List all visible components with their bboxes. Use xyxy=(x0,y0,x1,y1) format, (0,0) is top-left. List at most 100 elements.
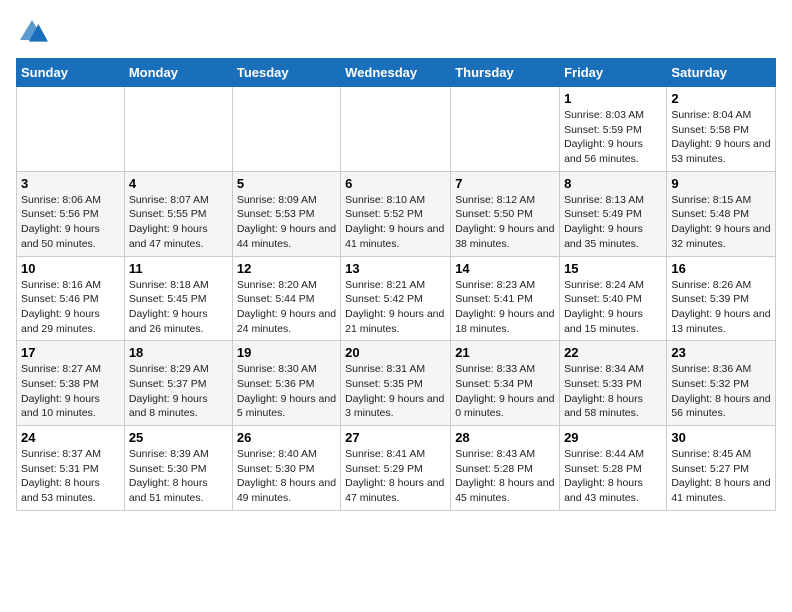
header-saturday: Saturday xyxy=(667,59,776,87)
day-info: Sunrise: 8:04 AMSunset: 5:58 PMDaylight:… xyxy=(671,108,771,167)
calendar-row-3: 17 Sunrise: 8:27 AMSunset: 5:38 PMDayligh… xyxy=(17,341,776,426)
calendar-row-4: 24Sunrise: 8:37 AMSunset: 5:31 PMDayligh… xyxy=(17,426,776,511)
day-number: 29 xyxy=(564,430,662,445)
day-number: 21 xyxy=(455,345,555,360)
calendar-cell: 13 Sunrise: 8:21 AMSunset: 5:42 PMDayligh… xyxy=(341,256,451,341)
day-info: Sunrise: 8:13 AMSunset: 5:49 PMDaylight:… xyxy=(564,193,662,252)
day-number: 30 xyxy=(671,430,771,445)
day-number: 8 xyxy=(564,176,662,191)
calendar-cell: 14 Sunrise: 8:23 AMSunset: 5:41 PMDayligh… xyxy=(451,256,560,341)
calendar-row-1: 3 Sunrise: 8:06 AMSunset: 5:56 PMDaylight… xyxy=(17,171,776,256)
calendar-cell: 9Sunrise: 8:15 AMSunset: 5:48 PMDaylight… xyxy=(667,171,776,256)
day-number: 20 xyxy=(345,345,446,360)
day-info: Sunrise: 8:30 AMSunset: 5:36 PMDaylight:… xyxy=(237,362,336,421)
day-number: 3 xyxy=(21,176,120,191)
calendar-cell: 30Sunrise: 8:45 AMSunset: 5:27 PMDayligh… xyxy=(667,426,776,511)
day-number: 22 xyxy=(564,345,662,360)
calendar-row-0: 1 Sunrise: 8:03 AMSunset: 5:59 PMDaylight… xyxy=(17,87,776,172)
day-info: Sunrise: 8:06 AMSunset: 5:56 PMDaylight:… xyxy=(21,193,120,252)
day-number: 27 xyxy=(345,430,446,445)
calendar-cell: 22 Sunrise: 8:34 AMSunset: 5:33 PMDayligh… xyxy=(560,341,667,426)
day-info: Sunrise: 8:24 AMSunset: 5:40 PMDaylight:… xyxy=(564,278,662,337)
day-number: 14 xyxy=(455,261,555,276)
day-number: 7 xyxy=(455,176,555,191)
day-info: Sunrise: 8:23 AMSunset: 5:41 PMDaylight:… xyxy=(455,278,555,337)
calendar-cell: 1 Sunrise: 8:03 AMSunset: 5:59 PMDaylight… xyxy=(560,87,667,172)
header-wednesday: Wednesday xyxy=(341,59,451,87)
header-monday: Monday xyxy=(124,59,232,87)
day-info: Sunrise: 8:40 AMSunset: 5:30 PMDaylight:… xyxy=(237,447,336,506)
calendar-cell xyxy=(341,87,451,172)
day-info: Sunrise: 8:27 AMSunset: 5:38 PMDaylight:… xyxy=(21,362,120,421)
calendar-cell: 18 Sunrise: 8:29 AMSunset: 5:37 PMDayligh… xyxy=(124,341,232,426)
calendar-cell: 17 Sunrise: 8:27 AMSunset: 5:38 PMDayligh… xyxy=(17,341,125,426)
day-info: Sunrise: 8:34 AMSunset: 5:33 PMDaylight:… xyxy=(564,362,662,421)
calendar-cell: 15 Sunrise: 8:24 AMSunset: 5:40 PMDayligh… xyxy=(560,256,667,341)
day-number: 19 xyxy=(237,345,336,360)
calendar-cell xyxy=(451,87,560,172)
calendar-cell: 4Sunrise: 8:07 AMSunset: 5:55 PMDaylight… xyxy=(124,171,232,256)
day-info: Sunrise: 8:03 AMSunset: 5:59 PMDaylight:… xyxy=(564,108,662,167)
calendar-cell: 29 Sunrise: 8:44 AMSunset: 5:28 PMDayligh… xyxy=(560,426,667,511)
day-info: Sunrise: 8:36 AMSunset: 5:32 PMDaylight:… xyxy=(671,362,771,421)
day-info: Sunrise: 8:39 AMSunset: 5:30 PMDaylight:… xyxy=(129,447,228,506)
day-number: 10 xyxy=(21,261,120,276)
day-info: Sunrise: 8:26 AMSunset: 5:39 PMDaylight:… xyxy=(671,278,771,337)
calendar-cell: 20 Sunrise: 8:31 AMSunset: 5:35 PMDayligh… xyxy=(341,341,451,426)
calendar-cell: 2 Sunrise: 8:04 AMSunset: 5:58 PMDaylight… xyxy=(667,87,776,172)
header-friday: Friday xyxy=(560,59,667,87)
header xyxy=(16,16,776,48)
day-number: 12 xyxy=(237,261,336,276)
day-number: 26 xyxy=(237,430,336,445)
day-info: Sunrise: 8:29 AMSunset: 5:37 PMDaylight:… xyxy=(129,362,228,421)
calendar-cell: 7 Sunrise: 8:12 AMSunset: 5:50 PMDaylight… xyxy=(451,171,560,256)
day-number: 15 xyxy=(564,261,662,276)
day-info: Sunrise: 8:10 AMSunset: 5:52 PMDaylight:… xyxy=(345,193,446,252)
day-number: 1 xyxy=(564,91,662,106)
calendar-cell: 28Sunrise: 8:43 AMSunset: 5:28 PMDayligh… xyxy=(451,426,560,511)
day-number: 2 xyxy=(671,91,771,106)
day-info: Sunrise: 8:20 AMSunset: 5:44 PMDaylight:… xyxy=(237,278,336,337)
day-number: 18 xyxy=(129,345,228,360)
day-info: Sunrise: 8:12 AMSunset: 5:50 PMDaylight:… xyxy=(455,193,555,252)
calendar: SundayMondayTuesdayWednesdayThursdayFrid… xyxy=(16,58,776,511)
calendar-cell xyxy=(232,87,340,172)
day-info: Sunrise: 8:41 AMSunset: 5:29 PMDaylight:… xyxy=(345,447,446,506)
day-info: Sunrise: 8:18 AMSunset: 5:45 PMDaylight:… xyxy=(129,278,228,337)
calendar-cell: 10 Sunrise: 8:16 AMSunset: 5:46 PMDayligh… xyxy=(17,256,125,341)
day-info: Sunrise: 8:43 AMSunset: 5:28 PMDaylight:… xyxy=(455,447,555,506)
day-info: Sunrise: 8:37 AMSunset: 5:31 PMDaylight:… xyxy=(21,447,120,506)
calendar-cell: 27 Sunrise: 8:41 AMSunset: 5:29 PMDayligh… xyxy=(341,426,451,511)
calendar-cell: 12 Sunrise: 8:20 AMSunset: 5:44 PMDayligh… xyxy=(232,256,340,341)
day-info: Sunrise: 8:16 AMSunset: 5:46 PMDaylight:… xyxy=(21,278,120,337)
calendar-cell: 26 Sunrise: 8:40 AMSunset: 5:30 PMDayligh… xyxy=(232,426,340,511)
calendar-row-2: 10 Sunrise: 8:16 AMSunset: 5:46 PMDayligh… xyxy=(17,256,776,341)
header-sunday: Sunday xyxy=(17,59,125,87)
logo-icon xyxy=(16,16,48,48)
day-number: 23 xyxy=(671,345,771,360)
day-number: 11 xyxy=(129,261,228,276)
day-number: 17 xyxy=(21,345,120,360)
day-info: Sunrise: 8:09 AMSunset: 5:53 PMDaylight:… xyxy=(237,193,336,252)
day-info: Sunrise: 8:31 AMSunset: 5:35 PMDaylight:… xyxy=(345,362,446,421)
day-info: Sunrise: 8:44 AMSunset: 5:28 PMDaylight:… xyxy=(564,447,662,506)
calendar-cell: 19 Sunrise: 8:30 AMSunset: 5:36 PMDayligh… xyxy=(232,341,340,426)
calendar-cell: 21 Sunrise: 8:33 AMSunset: 5:34 PMDayligh… xyxy=(451,341,560,426)
calendar-cell: 11 Sunrise: 8:18 AMSunset: 5:45 PMDayligh… xyxy=(124,256,232,341)
calendar-header-row: SundayMondayTuesdayWednesdayThursdayFrid… xyxy=(17,59,776,87)
day-info: Sunrise: 8:15 AMSunset: 5:48 PMDaylight:… xyxy=(671,193,771,252)
day-number: 6 xyxy=(345,176,446,191)
calendar-cell: 23 Sunrise: 8:36 AMSunset: 5:32 PMDayligh… xyxy=(667,341,776,426)
day-number: 13 xyxy=(345,261,446,276)
header-thursday: Thursday xyxy=(451,59,560,87)
day-info: Sunrise: 8:33 AMSunset: 5:34 PMDaylight:… xyxy=(455,362,555,421)
calendar-cell: 24Sunrise: 8:37 AMSunset: 5:31 PMDayligh… xyxy=(17,426,125,511)
calendar-cell: 16Sunrise: 8:26 AMSunset: 5:39 PMDayligh… xyxy=(667,256,776,341)
day-number: 4 xyxy=(129,176,228,191)
calendar-cell: 5 Sunrise: 8:09 AMSunset: 5:53 PMDaylight… xyxy=(232,171,340,256)
day-number: 5 xyxy=(237,176,336,191)
header-tuesday: Tuesday xyxy=(232,59,340,87)
calendar-cell: 8 Sunrise: 8:13 AMSunset: 5:49 PMDaylight… xyxy=(560,171,667,256)
day-info: Sunrise: 8:21 AMSunset: 5:42 PMDaylight:… xyxy=(345,278,446,337)
calendar-cell xyxy=(17,87,125,172)
